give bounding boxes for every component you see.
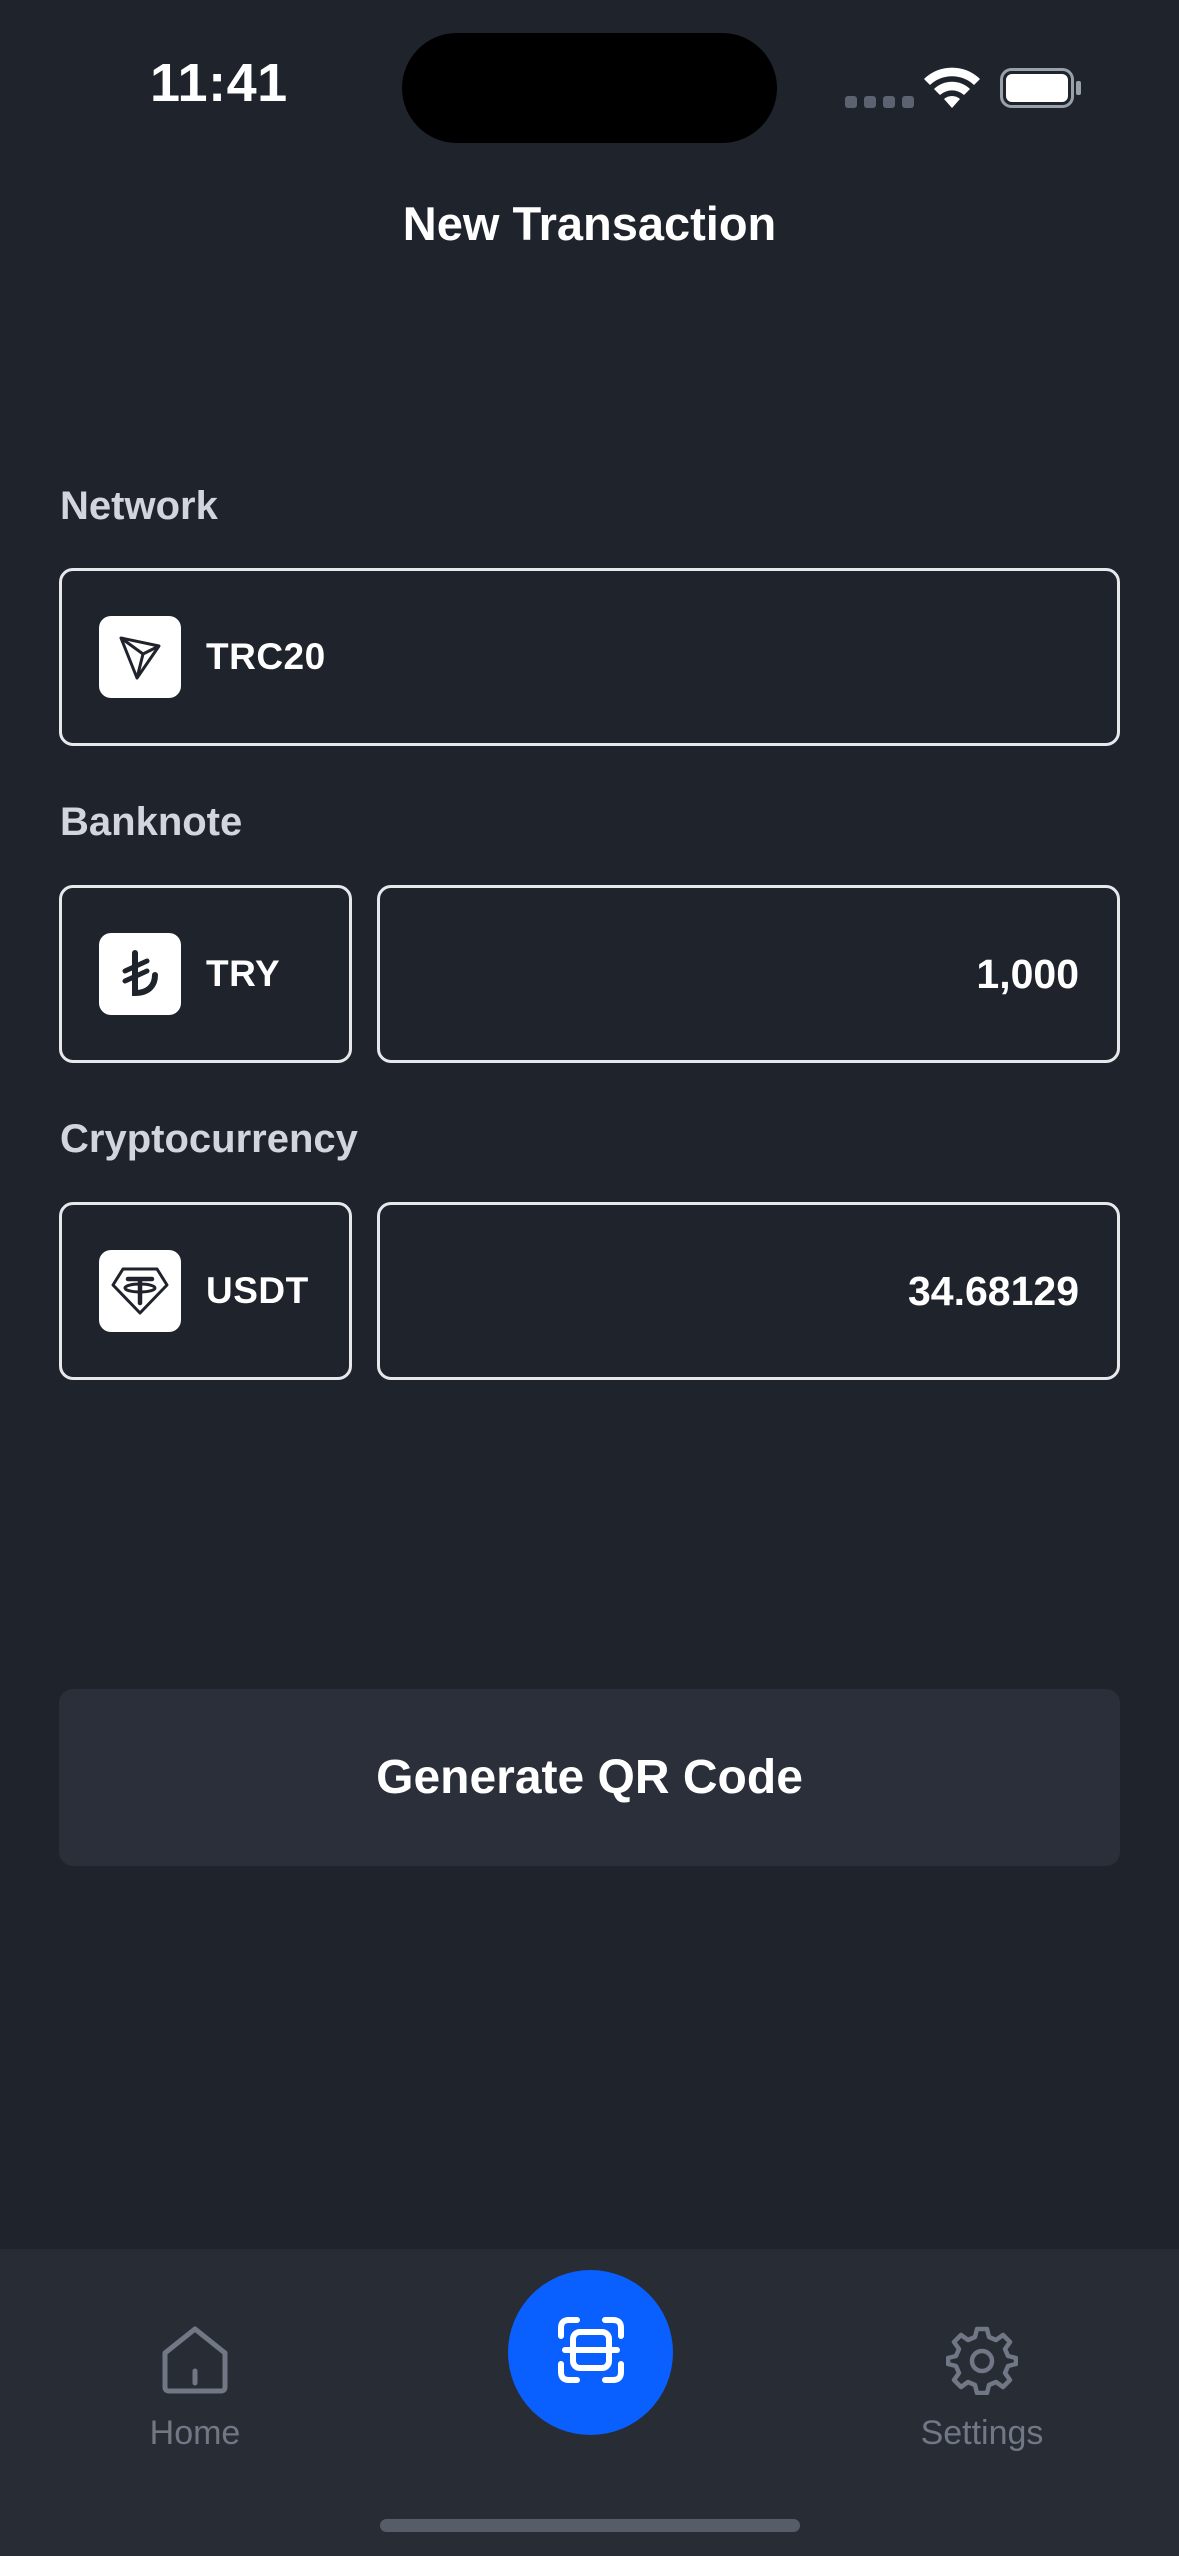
turkish-lira-icon (99, 933, 181, 1015)
network-selector[interactable]: TRC20 (59, 568, 1120, 746)
tether-icon (99, 1250, 181, 1332)
tron-icon (99, 616, 181, 698)
crypto-amount-field[interactable]: 34.68129 (377, 1202, 1120, 1380)
status-time: 11:41 (150, 53, 288, 113)
tab-home-label: Home (149, 2414, 241, 2452)
cellular-signal-icon (845, 96, 914, 108)
scan-button[interactable] (508, 2270, 673, 2435)
home-icon (159, 2323, 231, 2404)
network-value: TRC20 (206, 636, 326, 677)
tab-settings-label: Settings (920, 2414, 1044, 2452)
home-indicator (380, 2519, 800, 2532)
wifi-icon (922, 66, 982, 115)
banknote-currency-selector[interactable]: TRY (59, 885, 352, 1063)
crypto-currency-value: USDT (206, 1270, 309, 1311)
crypto-amount-value: 34.68129 (907, 1267, 1079, 1314)
crypto-currency-selector[interactable]: USDT (59, 1202, 352, 1380)
network-label: Network (60, 484, 218, 528)
banknote-currency-value: TRY (206, 953, 281, 994)
scan-icon (555, 2314, 627, 2391)
banknote-amount-input[interactable]: 1,000 (377, 885, 1120, 1063)
banknote-amount-value: 1,000 (976, 950, 1079, 997)
battery-icon (1000, 68, 1082, 113)
tab-home[interactable]: Home (140, 2323, 250, 2453)
banknote-label: Banknote (60, 800, 243, 844)
tab-settings[interactable]: Settings (907, 2323, 1057, 2453)
dynamic-island (402, 33, 777, 143)
generate-qr-code-button[interactable]: Generate QR Code (59, 1689, 1120, 1866)
gear-icon (945, 2323, 1019, 2404)
cryptocurrency-label: Cryptocurrency (60, 1117, 358, 1161)
page-title: New Transaction (402, 197, 777, 250)
